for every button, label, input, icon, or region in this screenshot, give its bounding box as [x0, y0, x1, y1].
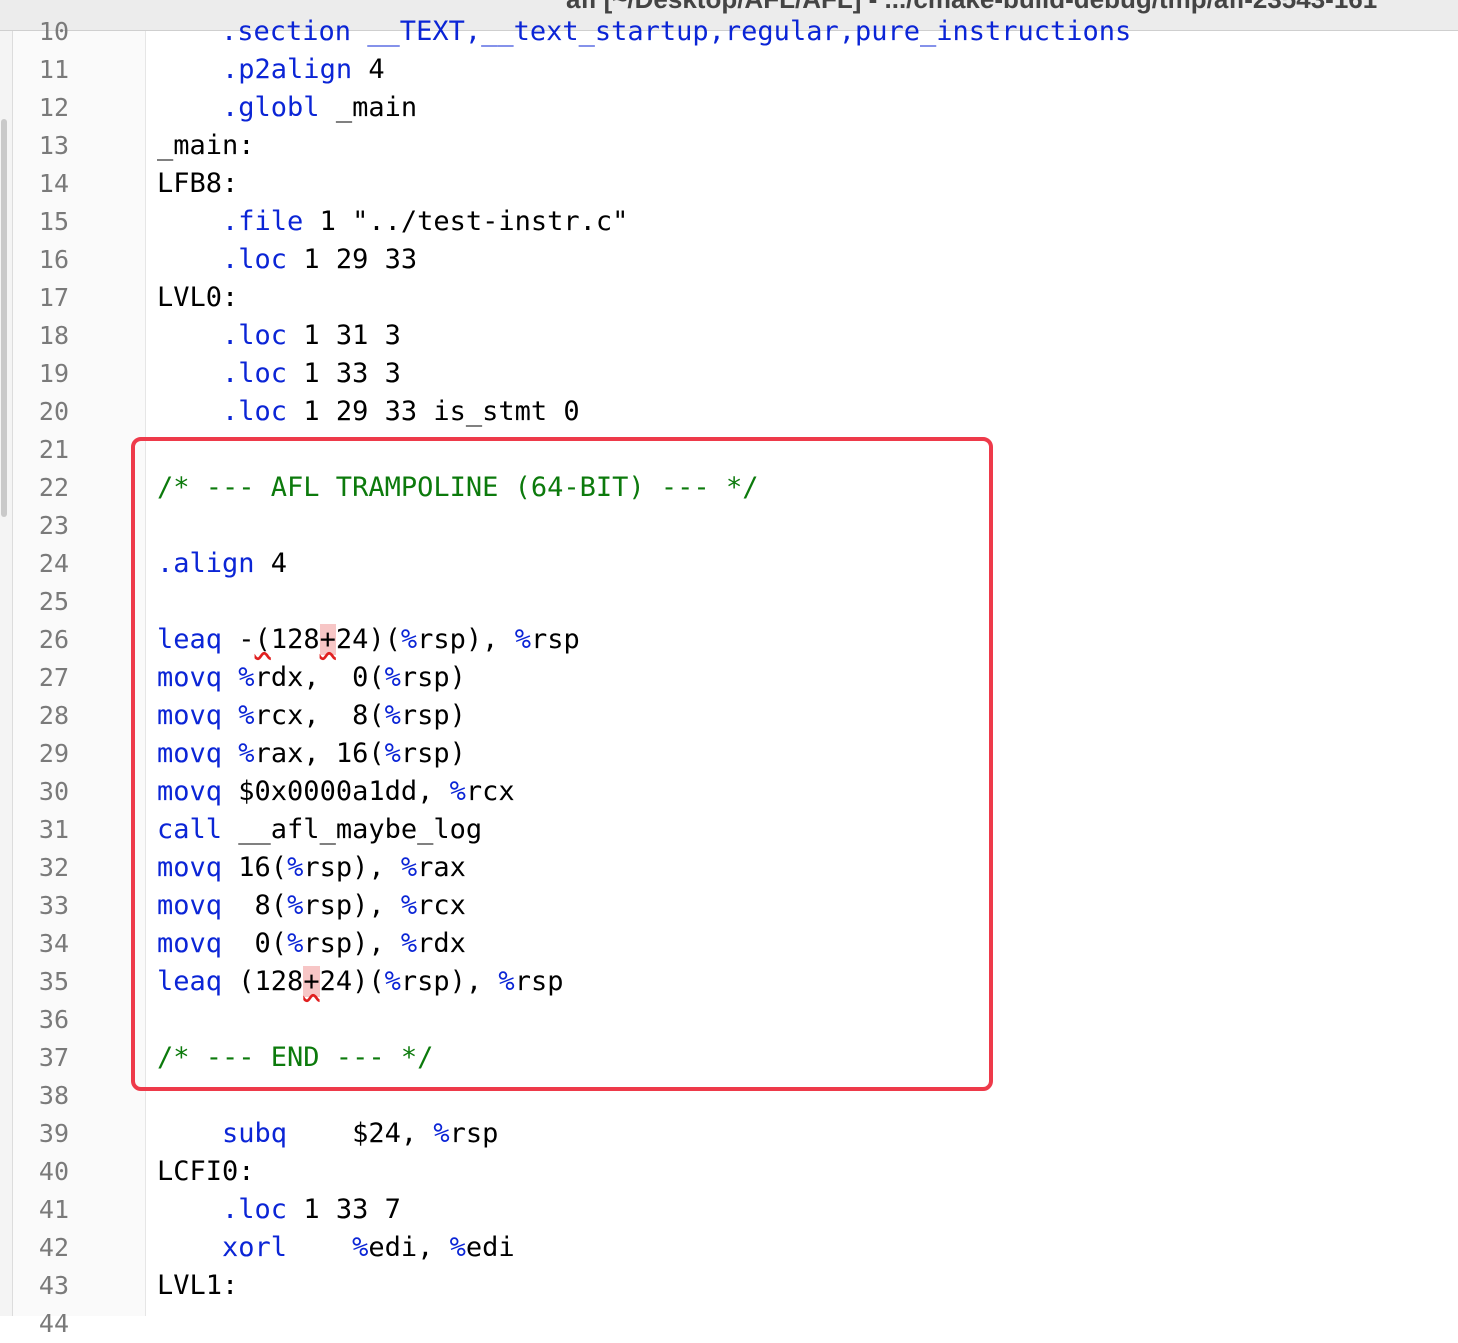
- line-number: 28: [38, 701, 69, 730]
- code-line[interactable]: 16 .loc 1 29 33: [0, 241, 1458, 279]
- code-text: LVL1:: [157, 1270, 239, 1301]
- code-text: .loc 1 33 7: [222, 1194, 401, 1225]
- line-number: 25: [38, 587, 69, 616]
- code-text: .loc 1 29 33: [222, 244, 418, 275]
- line-number: 26: [38, 625, 69, 654]
- code-line[interactable]: 17 LVL0:: [0, 279, 1458, 317]
- line-number: 16: [38, 245, 69, 274]
- line-number: 13: [38, 131, 69, 160]
- code-text: LCFI0:: [157, 1156, 255, 1187]
- line-number: 15: [38, 207, 69, 236]
- line-number: 33: [38, 891, 69, 920]
- code-line[interactable]: 15 .file 1 "../test-instr.c": [0, 203, 1458, 241]
- code-line[interactable]: 18 .loc 1 31 3: [0, 317, 1458, 355]
- trampoline-highlight-box: [131, 437, 993, 1091]
- code-text: _main:: [157, 130, 255, 161]
- line-number: 42: [38, 1233, 69, 1262]
- code-text: .file 1 "../test-instr.c": [222, 206, 629, 237]
- code-text: .loc 1 31 3: [222, 320, 401, 351]
- line-number: 38: [38, 1081, 69, 1110]
- code-line[interactable]: 40 LCFI0:: [0, 1153, 1458, 1191]
- line-number: 37: [38, 1043, 69, 1072]
- code-text: .loc 1 29 33 is_stmt 0: [222, 396, 580, 427]
- code-line[interactable]: 12 .globl _main: [0, 89, 1458, 127]
- code-text: LFB8:: [157, 168, 239, 199]
- code-text: .loc 1 33 3: [222, 358, 401, 389]
- line-number: 22: [38, 473, 69, 502]
- code-line[interactable]: 14 LFB8:: [0, 165, 1458, 203]
- code-line[interactable]: 20 .loc 1 29 33 is_stmt 0: [0, 393, 1458, 431]
- code-line[interactable]: 42 xorl %edi, %edi: [0, 1229, 1458, 1267]
- line-number: 17: [38, 283, 69, 312]
- line-number: 27: [38, 663, 69, 692]
- code-line[interactable]: 11 .p2align 4: [0, 51, 1458, 89]
- line-number: 14: [38, 169, 69, 198]
- line-number: 44: [38, 1309, 69, 1338]
- line-number: 12: [38, 93, 69, 122]
- line-number: 39: [38, 1119, 69, 1148]
- line-number: 34: [38, 929, 69, 958]
- code-line[interactable]: 44: [0, 1305, 1458, 1343]
- line-number: 41: [38, 1195, 69, 1224]
- line-number: 40: [38, 1157, 69, 1186]
- code-line[interactable]: 10 .section __TEXT,__text_startup,regula…: [0, 13, 1458, 51]
- code-line[interactable]: 39 subq $24, %rsp: [0, 1115, 1458, 1153]
- line-number: 32: [38, 853, 69, 882]
- line-number: 24: [38, 549, 69, 578]
- line-number: 23: [38, 511, 69, 540]
- line-number: 29: [38, 739, 69, 768]
- code-text: .p2align 4: [222, 54, 385, 85]
- code-text: LVL0:: [157, 282, 239, 313]
- line-number: 36: [38, 1005, 69, 1034]
- line-number: 30: [38, 777, 69, 806]
- line-number: 19: [38, 359, 69, 388]
- line-number: 20: [38, 397, 69, 426]
- code-line[interactable]: 43 LVL1:: [0, 1267, 1458, 1305]
- line-number: 43: [38, 1271, 69, 1300]
- line-number: 11: [38, 55, 69, 84]
- code-text: .globl _main: [222, 92, 418, 123]
- line-number: 10: [38, 17, 69, 46]
- line-number: 35: [38, 967, 69, 996]
- code-text: subq $24, %rsp: [222, 1118, 499, 1149]
- line-number: 21: [38, 435, 69, 464]
- code-line[interactable]: 41 .loc 1 33 7: [0, 1191, 1458, 1229]
- line-number: 31: [38, 815, 69, 844]
- code-text: xorl %edi, %edi: [222, 1232, 515, 1263]
- code-text: .section __TEXT,__text_startup,regular,p…: [221, 16, 1132, 47]
- line-number: 18: [38, 321, 69, 350]
- code-line[interactable]: 19 .loc 1 33 3: [0, 355, 1458, 393]
- code-line[interactable]: 13 _main:: [0, 127, 1458, 165]
